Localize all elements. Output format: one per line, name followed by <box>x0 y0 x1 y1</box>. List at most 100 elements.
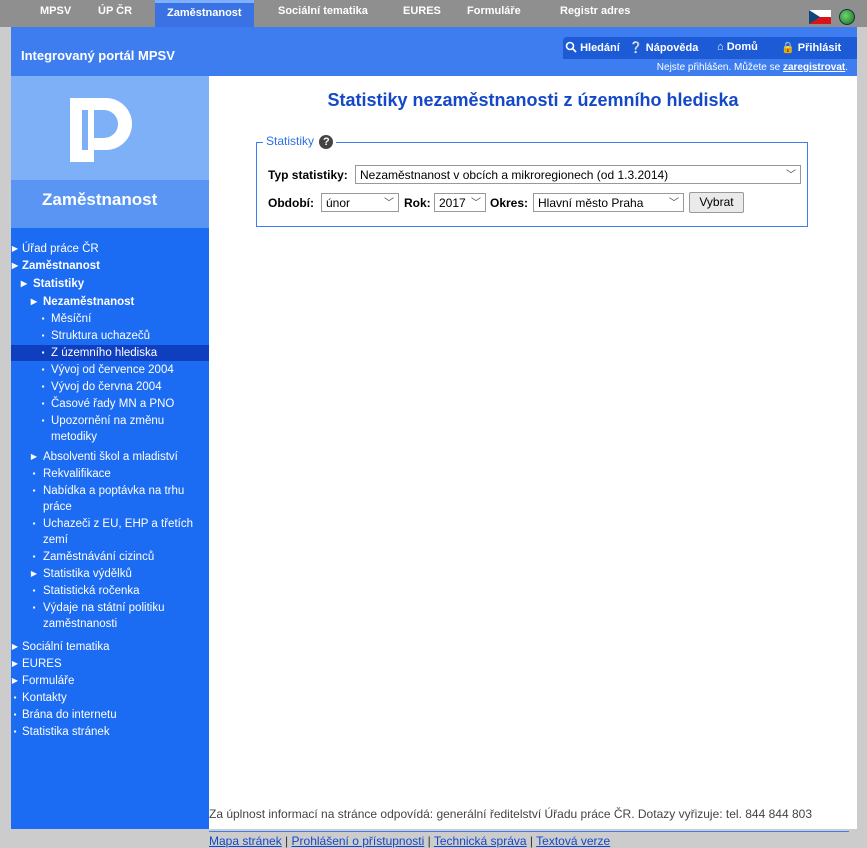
district-select[interactable]: Hlavní město Praha ﹀ <box>533 193 684 212</box>
sidebar-item-label: Statistická ročenka <box>43 585 140 597</box>
sidebar-item-zamestnanost[interactable]: ▶ Zaměstnanost <box>11 258 209 274</box>
period-select[interactable]: únor ﹀ <box>321 193 399 212</box>
bullet-icon: ▪ <box>41 314 45 323</box>
register-link[interactable]: zaregistrovat <box>783 62 845 73</box>
sidebar-item-eures[interactable]: ▶ EURES <box>11 656 209 672</box>
sidebar-item-urad-prace[interactable]: ▶ Úřad práce ČR <box>11 241 209 257</box>
portal-header: Integrovaný portál MPSV Hledání ❔ Nápově… <box>11 27 857 76</box>
sidebar-item-label: Měsíční <box>51 313 92 325</box>
sidebar-item-struktura-uchazecu[interactable]: ▪ Struktura uchazečů <box>11 328 209 344</box>
sidebar-item-label: Statistika stránek <box>22 726 110 738</box>
bullet-icon: ▪ <box>41 348 45 357</box>
status-text: Nejste přihlášen. Můžete se <box>656 62 781 73</box>
footer-links: Mapa stránek | Prohlášení o přístupnosti… <box>209 834 610 848</box>
sidebar-item-vyvoj-do-cervna-2004[interactable]: ▪ Vývoj do června 2004 <box>11 379 209 395</box>
sidebar-item-label: Nabídka a poptávka na trhu <box>43 485 185 497</box>
sidebar-item-label: Kontakty <box>22 692 67 704</box>
status-end: . <box>845 62 848 73</box>
arrow-icon: ▶ <box>30 569 38 578</box>
home-label: Domů <box>726 41 758 53</box>
sidebar-item-statisticka-rocenka[interactable]: ▪ Statistická ročenka <box>11 583 209 599</box>
page-title: Statistiky nezaměstnanosti z územního hl… <box>327 90 739 110</box>
sidebar-item-kontakty[interactable]: ▪ Kontakty <box>11 690 209 706</box>
district-label: Okres: <box>490 196 529 210</box>
main-content: Statistiky nezaměstnanosti z územního hl… <box>209 76 857 848</box>
sidebar-item-statistiky[interactable]: ▶ Statistiky <box>11 276 209 292</box>
submit-button[interactable]: Vybrat <box>689 192 744 213</box>
arrow-icon: ▶ <box>20 279 28 288</box>
tab-zamestnanost[interactable]: Zaměstnanost <box>155 0 254 27</box>
sidebar-item-label: Časové řady MN a PNO <box>51 398 175 410</box>
home-link[interactable]: ⌂ Domů <box>717 41 758 53</box>
globe-icon[interactable] <box>839 9 855 25</box>
sidebar-item-rekvalifikace[interactable]: ▪ Rekvalifikace <box>11 466 209 482</box>
lock-icon: 🔒 <box>781 42 795 54</box>
help-icon[interactable]: ? <box>319 134 334 149</box>
bullet-icon: ▪ <box>32 603 36 612</box>
sidebar-item-label: Výdaje na státní politiku <box>43 602 165 614</box>
bullet-icon: ▪ <box>32 486 36 495</box>
footer-link-tech[interactable]: Technická správa <box>434 834 527 848</box>
chevron-down-icon: ﹀ <box>384 198 394 209</box>
sidebar-item-z-uzemniho-hlediska[interactable]: ▪ Z územního hlediska <box>11 345 209 361</box>
sidebar-item-absolventi[interactable]: ▶ Absolventi škol a mladiství <box>11 449 209 465</box>
sidebar-item-vyvoj-od-cervence-2004[interactable]: ▪ Vývoj od července 2004 <box>11 362 209 378</box>
tab-eures[interactable]: EURES <box>391 0 453 27</box>
year-select-value: 2017 <box>439 196 466 210</box>
sidebar-item-mesicni[interactable]: ▪ Měsíční <box>11 311 209 327</box>
search-link[interactable]: Hledání <box>565 41 620 54</box>
sidebar-item-uchazeci-eu[interactable]: ▪ Uchazeči z EU, EHP a třetích <box>11 516 209 532</box>
sidebar-item-upozorneni-cont[interactable]: metodiky <box>11 429 209 445</box>
type-select[interactable]: Nezaměstnanost v obcích a mikroregionech… <box>355 165 801 184</box>
legend-text: Statistiky <box>266 134 315 148</box>
sidebar-item-vydaje-cont[interactable]: zaměstnanosti <box>11 616 209 632</box>
footer-link-sitemap[interactable]: Mapa stránek <box>209 834 282 848</box>
sidebar-item-upozorneni[interactable]: ▪ Upozornění na změnu <box>11 413 209 429</box>
sidebar-item-label: Upozornění na změnu <box>51 415 165 427</box>
type-label: Typ statistiky: <box>268 168 348 182</box>
sidebar-item-brana[interactable]: ▪ Brána do internetu <box>11 707 209 723</box>
portal-title[interactable]: Integrovaný portál MPSV <box>21 48 175 63</box>
sidebar-item-statistika-vydelku[interactable]: ▶ Statistika výdělků <box>11 566 209 582</box>
section-title: Zaměstnanost <box>42 190 158 209</box>
period-label: Období: <box>268 196 314 210</box>
sidebar-item-label: Sociální tematika <box>22 641 110 653</box>
sidebar-item-casove-rady[interactable]: ▪ Časové řady MN a PNO <box>11 396 209 412</box>
year-select[interactable]: 2017 ﹀ <box>434 193 486 212</box>
up-logo-icon[interactable] <box>66 96 138 164</box>
sidebar-item-uchazeci-eu-cont[interactable]: zemí <box>11 532 209 548</box>
help-link[interactable]: ❔ Nápověda <box>629 41 698 54</box>
chevron-down-icon: ﹀ <box>669 198 679 209</box>
tab-socialni-tematika[interactable]: Sociální tematika <box>266 0 380 27</box>
separator: | <box>427 834 431 848</box>
footer-link-accessibility[interactable]: Prohlášení o přístupnosti <box>292 834 425 848</box>
logo-area <box>11 76 209 180</box>
sidebar-item-vydaje[interactable]: ▪ Výdaje na státní politiku <box>11 600 209 616</box>
sidebar-item-label: Formuláře <box>22 675 75 687</box>
sidebar-item-nabidka-poptavka-cont[interactable]: práce <box>11 499 209 515</box>
sidebar-item-zamestnavani-cizincu[interactable]: ▪ Zaměstnávání cizinců <box>11 549 209 565</box>
sidebar-item-nabidka-poptavka[interactable]: ▪ Nabídka a poptávka na trhu <box>11 483 209 499</box>
bullet-icon: ▪ <box>41 382 45 391</box>
bullet-icon: ▪ <box>32 552 36 561</box>
footer-link-text-version[interactable]: Textová verze <box>536 834 610 848</box>
sidebar-item-formulare[interactable]: ▶ Formuláře <box>11 673 209 689</box>
sidebar-item-nezamestnanost[interactable]: ▶ Nezaměstnanost <box>11 294 209 310</box>
sidebar-item-statistika-stranek[interactable]: ▪ Statistika stránek <box>11 724 209 740</box>
tab-up-cr[interactable]: ÚP ČR <box>86 0 144 27</box>
form-legend: Statistiky ? <box>263 134 337 149</box>
sidebar-item-label: Úřad práce ČR <box>22 243 99 255</box>
sidebar-item-socialni-tematika[interactable]: ▶ Sociální tematika <box>11 639 209 655</box>
czech-flag-icon[interactable] <box>809 10 831 24</box>
tab-registr-adres[interactable]: Registr adres <box>548 0 642 27</box>
district-select-value: Hlavní město Praha <box>538 196 644 210</box>
login-link[interactable]: 🔒 Přihlásit <box>781 41 841 54</box>
sidebar-item-label: Statistiky <box>33 278 85 290</box>
search-icon <box>565 41 577 53</box>
tab-mpsv[interactable]: MPSV <box>28 0 83 27</box>
sidebar: Zaměstnanost ▶ Úřad práce ČR ▶ Zaměstnanos… <box>11 76 209 829</box>
sidebar-item-label: Uchazeči z EU, EHP a třetích <box>43 518 193 530</box>
tab-formulare[interactable]: Formuláře <box>455 0 533 27</box>
separator: | <box>529 834 534 848</box>
sidebar-item-label: práce <box>43 501 72 513</box>
